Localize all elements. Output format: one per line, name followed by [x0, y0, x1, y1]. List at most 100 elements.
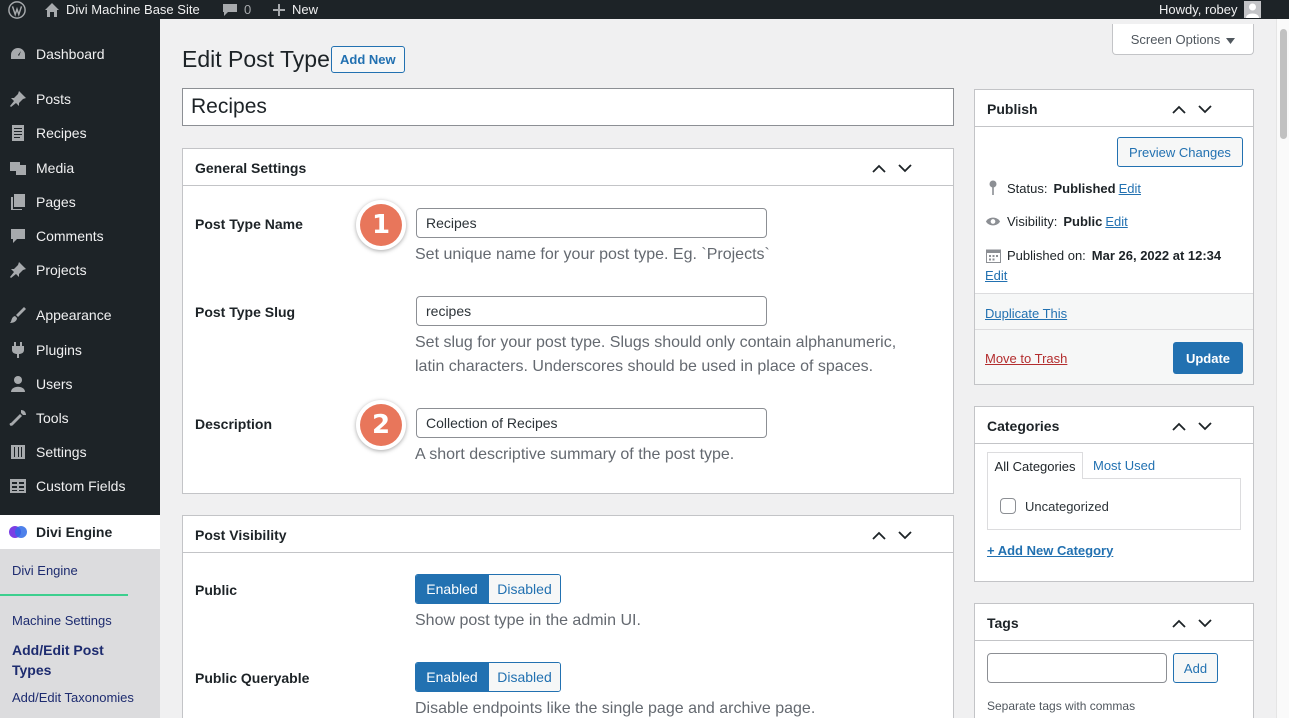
sidebar-item-projects[interactable]: Projects: [0, 255, 160, 285]
tags-input[interactable]: [987, 653, 1167, 683]
postbox-header: Post Visibility: [183, 516, 953, 553]
sidebar-item-comments[interactable]: Comments: [0, 221, 160, 251]
media-icon: [8, 158, 28, 178]
move-to-trash-link[interactable]: Move to Trash: [985, 351, 1067, 366]
sidebar-item-media[interactable]: Media: [0, 153, 160, 183]
move-down-icon[interactable]: [1195, 416, 1215, 436]
post-title-input[interactable]: Recipes: [182, 88, 954, 126]
sidebar-item-label: Dashboard: [36, 46, 105, 62]
add-new-category-link[interactable]: + Add New Category: [987, 543, 1113, 558]
sidebar-item-settings[interactable]: Settings: [0, 437, 160, 467]
move-down-icon[interactable]: [895, 158, 915, 178]
categories-title: Categories: [987, 418, 1060, 434]
add-new-button[interactable]: Add New: [331, 46, 405, 73]
move-down-icon[interactable]: [1195, 613, 1215, 633]
move-up-icon[interactable]: [1169, 613, 1189, 633]
site-name: Divi Machine Base Site: [66, 2, 200, 17]
submenu-machine-settings[interactable]: Machine Settings: [12, 613, 112, 628]
sidebar-item-label: Settings: [36, 444, 87, 460]
tab-most-used[interactable]: Most Used: [1093, 458, 1155, 473]
post-type-slug-input[interactable]: recipes: [416, 296, 767, 326]
sidebar-item-label: Divi Engine: [36, 524, 113, 540]
scrollbar-thumb[interactable]: [1280, 29, 1287, 139]
submenu-add-edit-taxonomies[interactable]: Add/Edit Taxonomies: [12, 690, 134, 705]
step-badge-1: 1: [356, 200, 406, 250]
sidebar-item-label: Comments: [36, 228, 104, 244]
divi-engine-submenu: Divi Engine Machine Settings Add/Edit Po…: [0, 549, 160, 718]
edit-visibility-link[interactable]: Edit: [1105, 214, 1127, 229]
step-number: 2: [360, 404, 402, 446]
submenu-divi-engine[interactable]: Divi Engine: [12, 563, 78, 578]
update-button[interactable]: Update: [1173, 342, 1243, 374]
tags-help: Separate tags with commas: [987, 699, 1136, 713]
public-queryable-label: Public Queryable: [195, 670, 310, 686]
post-type-slug-help: Set slug for your post type. Slugs shoul…: [415, 334, 897, 351]
sidebar-item-dashboard[interactable]: Dashboard: [0, 39, 160, 69]
queryable-enabled-button[interactable]: Enabled: [416, 663, 488, 691]
comment-bubble-icon: [222, 2, 238, 17]
my-account-link[interactable]: Howdy, robey: [1159, 0, 1261, 19]
post-type-name-help: Set unique name for your post type. Eg. …: [415, 246, 770, 263]
public-enabled-button[interactable]: Enabled: [416, 575, 488, 603]
move-up-icon[interactable]: [1169, 416, 1189, 436]
status-value: Published: [1053, 180, 1116, 196]
sidebar-item-tools[interactable]: Tools: [0, 403, 160, 433]
sidebar-item-recipes[interactable]: Recipes: [0, 118, 160, 148]
publish-box: Publish Preview Changes Status: Publishe…: [974, 89, 1254, 385]
settings-icon: [8, 442, 28, 462]
screen-options-button[interactable]: Screen Options: [1112, 24, 1254, 55]
sidebar-item-users[interactable]: Users: [0, 369, 160, 399]
sidebar-item-divi-engine[interactable]: Divi Engine: [0, 515, 160, 549]
edit-date-link[interactable]: Edit: [985, 268, 1007, 283]
sidebar-item-label: Pages: [36, 194, 76, 210]
move-up-icon[interactable]: [1169, 99, 1189, 119]
move-up-icon[interactable]: [869, 525, 889, 545]
uncategorized-checkbox[interactable]: [1000, 498, 1016, 514]
description-input[interactable]: Collection of Recipes: [416, 408, 767, 438]
postbox-header: Publish: [975, 90, 1253, 127]
sidebar-item-custom-fields[interactable]: Custom Fields: [0, 471, 160, 501]
caret-down-icon: [1226, 32, 1236, 47]
postbox-header: Categories: [975, 407, 1253, 444]
pin-icon: [8, 260, 28, 280]
move-down-icon[interactable]: [1195, 99, 1215, 119]
new-content-link[interactable]: New: [272, 0, 318, 19]
post-type-name-input[interactable]: Recipes: [416, 208, 767, 238]
move-up-icon[interactable]: [869, 158, 889, 178]
sidebar-item-plugins[interactable]: Plugins: [0, 335, 160, 365]
add-tag-button[interactable]: Add: [1173, 653, 1218, 683]
publish-title: Publish: [987, 101, 1038, 117]
duplicate-this-link[interactable]: Duplicate This: [985, 306, 1067, 321]
page-scrollbar[interactable]: [1276, 19, 1289, 718]
queryable-disabled-button[interactable]: Disabled: [488, 663, 560, 691]
preview-changes-button[interactable]: Preview Changes: [1117, 137, 1243, 167]
sidebar-item-label: Users: [36, 376, 73, 392]
post-type-slug-help-line-2: latin characters. Underscores should be …: [415, 358, 874, 375]
sidebar-item-pages[interactable]: Pages: [0, 187, 160, 217]
sidebar-item-appearance[interactable]: Appearance: [0, 300, 160, 330]
plugin-icon: [8, 340, 28, 360]
divi-engine-icon: [8, 522, 28, 542]
comments-count: 0: [244, 2, 252, 17]
move-down-icon[interactable]: [895, 525, 915, 545]
edit-status-link[interactable]: Edit: [1119, 181, 1141, 196]
general-settings-title: General Settings: [195, 160, 307, 176]
public-disabled-button[interactable]: Disabled: [488, 575, 560, 603]
post-visibility-title: Post Visibility: [195, 527, 287, 543]
sidebar-item-label: Appearance: [36, 307, 112, 323]
comments-link[interactable]: 0: [222, 0, 251, 19]
published-on-value: Mar 26, 2022 at 12:34: [1091, 248, 1222, 263]
tab-all-categories[interactable]: All Categories: [987, 452, 1083, 479]
step-number: 1: [360, 204, 402, 246]
tags-title: Tags: [987, 615, 1019, 631]
screen-options-label: Screen Options: [1130, 31, 1221, 47]
post-type-name-label: Post Type Name: [195, 216, 303, 232]
public-queryable-toggle: Enabled Disabled: [415, 662, 561, 692]
wordpress-logo-icon[interactable]: [8, 0, 26, 19]
submenu-add-edit-post-types[interactable]: Add/Edit Post Types: [12, 640, 132, 680]
sidebar-item-posts[interactable]: Posts: [0, 84, 160, 114]
publish-actions: Move to Trash Update: [975, 330, 1253, 384]
eye-icon: [985, 216, 1001, 227]
categories-box: Categories All Categories Most Used Unca…: [974, 406, 1254, 582]
site-name-link[interactable]: Divi Machine Base Site: [44, 0, 200, 19]
